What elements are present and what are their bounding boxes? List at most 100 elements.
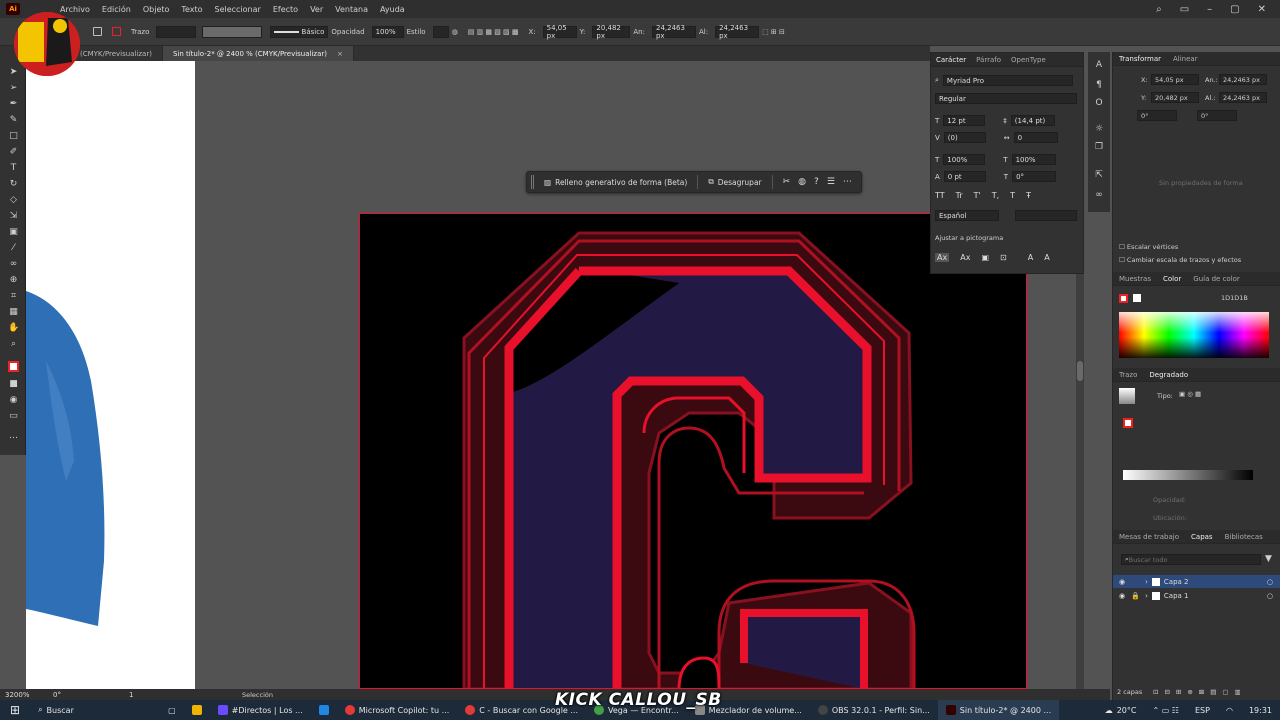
pen-tool-icon[interactable]: ✒: [8, 99, 19, 110]
expand-icon[interactable]: ›: [1145, 578, 1148, 586]
stroke-weight-field[interactable]: [156, 25, 197, 38]
search-icon[interactable]: ⌕: [1156, 4, 1162, 15]
hand-tool-icon[interactable]: ✋: [8, 323, 19, 334]
fill-stroke-icon[interactable]: [8, 361, 19, 372]
artboard-letter-c[interactable]: [359, 213, 1027, 689]
tab-opentype[interactable]: OpenType: [1006, 56, 1051, 64]
artboard-field[interactable]: 1: [126, 688, 146, 701]
paragraph-panel-icon[interactable]: ¶: [1093, 80, 1105, 92]
type-tool-icon[interactable]: T: [8, 163, 19, 174]
ungroup-button[interactable]: ⧉ Desagrupar: [704, 175, 765, 189]
opacity-field[interactable]: 100%: [371, 25, 404, 38]
color-mode-icon[interactable]: ■: [8, 379, 19, 390]
recolor-icon[interactable]: ◍: [449, 25, 461, 39]
minimize-icon[interactable]: –: [1207, 4, 1212, 15]
menu-archivo[interactable]: Archivo: [60, 5, 90, 14]
rectangle-tool-icon[interactable]: □: [8, 131, 19, 142]
target-icon[interactable]: ○: [1267, 578, 1273, 586]
tf-angle-field[interactable]: 0°: [1137, 110, 1177, 121]
white-swatch[interactable]: [1133, 294, 1141, 302]
brush-tool-icon[interactable]: ✐: [8, 147, 19, 158]
tf-h-field[interactable]: 24,2463 px: [1219, 92, 1267, 103]
curvature-tool-icon[interactable]: ✎: [8, 115, 19, 126]
screen-mode-icon[interactable]: ▭: [8, 411, 19, 422]
weather[interactable]: ☁ 20°C: [1097, 700, 1145, 720]
close-icon[interactable]: ✕: [1258, 4, 1266, 15]
tab-degradado[interactable]: Degradado: [1143, 371, 1194, 379]
file-explorer-icon[interactable]: [184, 700, 210, 720]
help-icon[interactable]: ?: [814, 177, 819, 187]
vscode-icon[interactable]: [311, 700, 337, 720]
taskbar-app-2[interactable]: Microsoft Copilot: tu ...: [337, 700, 458, 720]
slice-tool-icon[interactable]: ▦: [8, 307, 19, 318]
eraser-tool-icon[interactable]: ◇: [8, 195, 19, 206]
drag-handle[interactable]: [531, 175, 534, 189]
taskbar-app-6[interactable]: OBS 32.0.1 - Perfil: Sin...: [810, 700, 938, 720]
graphic-styles-icon[interactable]: ❐: [1093, 142, 1105, 154]
align-icons[interactable]: ▤ ▥ ▦ ▧ ▨ ▩: [465, 25, 522, 39]
color-fill-stroke-icon[interactable]: [1119, 294, 1128, 303]
export-icon[interactable]: ⇱: [1093, 170, 1105, 182]
layer-action-icons[interactable]: ⊡⊟⊞⊕⊠▤▢▥: [1153, 688, 1247, 696]
antialias-select[interactable]: [1015, 210, 1077, 221]
layer-row[interactable]: ◉ 🔒 › Capa 1 ○: [1113, 589, 1280, 602]
windows-start-icon[interactable]: ⊞: [0, 700, 30, 720]
stroke-profile-select[interactable]: Básico: [270, 25, 329, 38]
gradient-preview[interactable]: [1119, 388, 1135, 404]
scroll-thumb[interactable]: [1077, 361, 1083, 381]
taskbar-app-1[interactable]: #Directos | Los ...: [210, 700, 311, 720]
tf-x-field[interactable]: 54,05 px: [1151, 74, 1199, 85]
expand-icon[interactable]: ›: [1145, 592, 1148, 600]
horizontal-scale-field[interactable]: 100%: [1011, 154, 1056, 165]
kerning-field[interactable]: (0): [943, 132, 986, 143]
blend-tool-icon[interactable]: ∞: [8, 259, 19, 270]
w-field[interactable]: 24,2463 px: [651, 24, 696, 40]
more-icon[interactable]: ⋯: [843, 177, 852, 187]
menu-ayuda[interactable]: Ayuda: [380, 5, 405, 14]
draw-mode-icon[interactable]: ◉: [8, 395, 19, 406]
menu-texto[interactable]: Texto: [181, 5, 202, 14]
tf-shear-field[interactable]: 0°: [1197, 110, 1237, 121]
clock[interactable]: 19:31: [1241, 700, 1280, 720]
hex-field[interactable]: 1D1D1B: [1221, 294, 1248, 302]
stroke-swatch-icon[interactable]: [112, 27, 121, 36]
workspace-icon[interactable]: ▭: [1180, 4, 1189, 15]
lock-icon[interactable]: 🔒: [1131, 592, 1145, 600]
network-icon[interactable]: ◠: [1218, 700, 1241, 720]
tab-transformar[interactable]: Transformar: [1113, 55, 1167, 63]
leading-field[interactable]: (14,4 pt): [1010, 115, 1055, 126]
menu-objeto[interactable]: Objeto: [143, 5, 170, 14]
tab-muestras[interactable]: Muestras: [1113, 275, 1157, 283]
gradient-tool-icon[interactable]: ▣: [8, 227, 19, 238]
rotate-tool-icon[interactable]: ↻: [8, 179, 19, 190]
tab-alinear[interactable]: Alinear: [1167, 55, 1204, 63]
language-select[interactable]: Español: [935, 210, 999, 221]
canvas[interactable]: ▨ Relleno generativo de forma (Beta) ⧉ Des…: [26, 61, 1076, 689]
layer-row[interactable]: ◉ › Capa 2 ○: [1113, 575, 1280, 588]
appearance-panel-icon[interactable]: ☼: [1093, 124, 1105, 136]
scale-tool-icon[interactable]: ⇲: [8, 211, 19, 222]
text-style-buttons[interactable]: TT Tr T' T, T Ŧ: [935, 191, 1031, 200]
menu-ver[interactable]: Ver: [310, 5, 323, 14]
recolor-icon[interactable]: ◍: [798, 177, 806, 187]
links-icon[interactable]: ∞: [1093, 190, 1105, 202]
language-indicator[interactable]: ESP: [1187, 700, 1218, 720]
taskbar-app-7[interactable]: Sin título-2* @ 2400 ...: [937, 700, 1060, 720]
eye-icon[interactable]: ◉: [1119, 592, 1125, 600]
font-size-field[interactable]: 12 pt: [943, 115, 986, 126]
scale-corners-checkbox[interactable]: ☐ Escalar vértices: [1119, 243, 1178, 251]
artboard-tool-icon[interactable]: ⌗: [8, 291, 19, 302]
tab-parrafo[interactable]: Párrafo: [971, 56, 1006, 64]
character-panel-icon[interactable]: A: [1093, 60, 1105, 72]
tray-icons[interactable]: ⌃ ▭ ☷: [1144, 700, 1187, 720]
tab-mesas-trabajo[interactable]: Mesas de trabajo: [1113, 533, 1185, 541]
more-tools-icon[interactable]: …: [8, 431, 19, 442]
x-field[interactable]: 54,05 px: [542, 24, 577, 40]
menu-efecto[interactable]: Efecto: [273, 5, 298, 14]
selection-tool-icon[interactable]: ➤: [8, 67, 19, 78]
vertical-scale-field[interactable]: 100%: [943, 154, 986, 165]
tab-color[interactable]: Color: [1157, 275, 1187, 283]
taskbar-search[interactable]: ⌕ Buscar: [30, 700, 160, 720]
font-style-select[interactable]: Regular: [935, 93, 1077, 104]
font-family-select[interactable]: Myriad Pro: [942, 75, 1073, 86]
